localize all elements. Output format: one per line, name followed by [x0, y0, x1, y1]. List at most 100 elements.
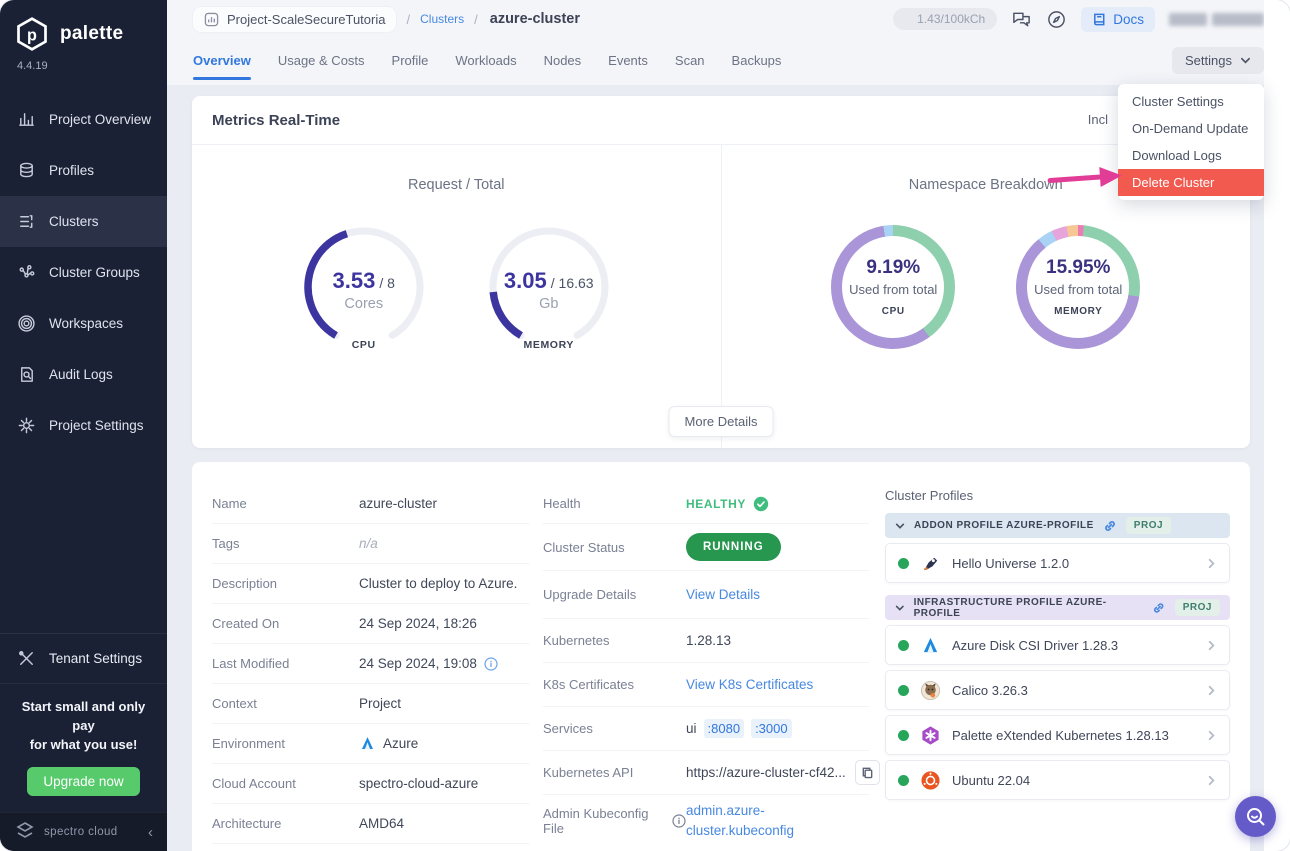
pack-row-palette-extended-kubernetes[interactable]: Palette eXtended Kubernetes 1.28.13: [885, 715, 1230, 755]
support-chat-button[interactable]: [1235, 796, 1276, 837]
tab-overview[interactable]: Overview: [193, 53, 251, 80]
menu-item-delete-cluster[interactable]: Delete Cluster: [1118, 169, 1264, 196]
breadcrumb-bar: Project-ScaleSecureTutoria / Clusters / …: [167, 0, 1290, 38]
service-port-link[interactable]: :8080: [703, 719, 745, 738]
pack-row-hello-universe[interactable]: Hello Universe 1.2.0: [885, 543, 1230, 583]
chevron-right-icon: [1208, 640, 1215, 650]
breadcrumb-separator: /: [474, 11, 478, 27]
info-icon[interactable]: [484, 656, 498, 671]
namespace-cpu-donut-chart: 9.19% Used from total CPU: [831, 225, 956, 349]
sidebar-footer: spectro cloud ‹: [0, 812, 167, 851]
namespace-memory-label: MEMORY: [1054, 306, 1103, 317]
row-name: Name azure-cluster: [212, 484, 529, 524]
sidebar-item-project-settings[interactable]: Project Settings: [0, 400, 167, 451]
menu-item-on-demand-update[interactable]: On-Demand Update: [1118, 115, 1264, 142]
metrics-realtime-card: Metrics Real-Time Incl Request / Total 3…: [192, 96, 1250, 448]
chevron-right-icon: [1208, 685, 1215, 695]
tab-usage-costs[interactable]: Usage & Costs: [278, 53, 365, 80]
tab-profile[interactable]: Profile: [392, 53, 429, 80]
docs-button[interactable]: Docs: [1081, 6, 1155, 32]
pack-status-dot: [898, 684, 909, 696]
palette-logo-icon: p: [17, 17, 47, 51]
row-kubernetes-api: Kubernetes API https://azure-cluster-cf4…: [543, 751, 880, 795]
service-port-link[interactable]: :3000: [751, 719, 792, 738]
sidebar-item-clusters[interactable]: Clusters: [0, 196, 167, 247]
metrics-title: Metrics Real-Time: [212, 111, 341, 129]
kubeconfig-download-link[interactable]: admin.azure-cluster.kubeconfig: [686, 801, 818, 842]
row-environment: Environment Azure: [212, 724, 529, 764]
user-menu-redacted[interactable]: [1169, 12, 1264, 26]
pack-row-calico[interactable]: Calico 3.26.3: [885, 670, 1230, 710]
sidebar-item-workspaces[interactable]: Workspaces: [0, 298, 167, 349]
chat-icon[interactable]: [1011, 9, 1032, 30]
tab-backups[interactable]: Backups: [732, 53, 782, 80]
sidebar-item-project-overview[interactable]: Project Overview: [0, 94, 167, 145]
memory-total-value: / 16.63: [550, 275, 594, 291]
view-details-link[interactable]: View Details: [686, 587, 869, 602]
project-scope-chip[interactable]: Project-ScaleSecureTutoria: [193, 6, 397, 32]
layers-icon: [20, 162, 33, 178]
info-icon[interactable]: [672, 814, 686, 828]
pack-row-ubuntu[interactable]: Ubuntu 22.04: [885, 760, 1230, 800]
footer-brand-name: spectro cloud: [44, 826, 118, 838]
addon-profile-group-header[interactable]: ADDON PROFILE AZURE-PROFILE PROJ: [885, 513, 1230, 538]
chevron-right-icon: [1208, 558, 1215, 568]
brand-logo[interactable]: p palette: [0, 0, 167, 54]
tab-scan[interactable]: Scan: [675, 53, 705, 80]
list-icon: [20, 215, 33, 228]
tab-events[interactable]: Events: [608, 53, 648, 80]
row-cluster-status: Cluster Status RUNNING: [543, 524, 869, 571]
gear-icon: [18, 417, 35, 434]
compass-icon[interactable]: [1046, 9, 1067, 30]
cluster-info-column: Name azure-cluster Tags n/a Description …: [212, 484, 529, 847]
spectro-cloud-logo: [16, 822, 34, 838]
promo-text: Start small and only pay for what you us…: [21, 699, 146, 753]
right-edge-panel: [1264, 0, 1290, 851]
memory-used-value: 3.05: [503, 268, 547, 293]
breadcrumb-current-cluster: azure-cluster: [489, 11, 581, 27]
row-context: Context Project: [212, 684, 529, 724]
breadcrumb-clusters-link[interactable]: Clusters: [420, 12, 464, 26]
pack-status-dot: [898, 557, 909, 569]
settings-button[interactable]: Settings: [1172, 47, 1264, 74]
more-details-button[interactable]: More Details: [668, 406, 774, 437]
sidebar-item-cluster-groups[interactable]: Cluster Groups: [0, 247, 167, 298]
sidebar-item-audit-logs[interactable]: Audit Logs: [0, 349, 167, 400]
upgrade-now-button[interactable]: Upgrade now: [27, 767, 140, 796]
metrics-card-header: Metrics Real-Time Incl: [192, 96, 1250, 145]
usage-quota-badge[interactable]: 1.43/100kCh: [893, 8, 998, 30]
collapse-sidebar-icon[interactable]: ‹: [148, 824, 153, 841]
tab-nodes[interactable]: Nodes: [544, 53, 582, 80]
namespace-cpu-percent: 9.19%: [866, 257, 921, 278]
health-status-text: HEALTHY: [686, 496, 746, 511]
sidebar-item-tenant-settings[interactable]: Tenant Settings: [0, 633, 167, 683]
namespace-cpu-subtitle: Used from total: [849, 282, 938, 297]
row-admin-kubeconfig: Admin Kubeconfig File admin.azure-cluste…: [543, 795, 869, 847]
request-total-title: Request / Total: [408, 177, 505, 193]
sidebar-item-profiles[interactable]: Profiles: [0, 145, 167, 196]
hello-universe-icon: [923, 557, 938, 570]
pack-status-dot: [898, 774, 909, 786]
chevron-down-icon: [895, 605, 904, 611]
tab-workloads[interactable]: Workloads: [455, 53, 516, 80]
memory-unit: Gb: [539, 296, 559, 312]
chevron-right-icon: [1208, 730, 1215, 740]
infrastructure-profile-group-header[interactable]: INFRASTRUCTURE PROFILE AZURE-PROFILE PRO…: [885, 595, 1230, 620]
breadcrumb-separator: /: [406, 11, 411, 27]
running-status-badge[interactable]: RUNNING: [686, 533, 781, 561]
svg-text:p: p: [27, 26, 37, 44]
view-k8s-certificates-link[interactable]: View K8s Certificates: [686, 677, 869, 692]
cluster-tabs: Overview Usage & Costs Profile Workloads…: [167, 38, 1290, 85]
sidebar-nav: Project Overview Profiles Clusters Clust…: [0, 94, 167, 451]
tools-icon: [19, 651, 33, 666]
pack-status-dot: [898, 639, 909, 651]
app-window: p palette 4.4.19 Project Overview Profil…: [0, 0, 1290, 851]
row-kubernetes: Kubernetes 1.28.13: [543, 619, 869, 663]
menu-item-cluster-settings[interactable]: Cluster Settings: [1118, 88, 1264, 115]
copy-button[interactable]: [854, 760, 880, 785]
link-icon: [1104, 520, 1115, 531]
clipped-include-label: Incl: [1087, 112, 1108, 127]
menu-item-download-logs[interactable]: Download Logs: [1118, 142, 1264, 169]
pack-row-azure-disk-csi[interactable]: Azure Disk CSI Driver 1.28.3: [885, 625, 1230, 665]
namespace-cpu-label: CPU: [881, 306, 905, 317]
